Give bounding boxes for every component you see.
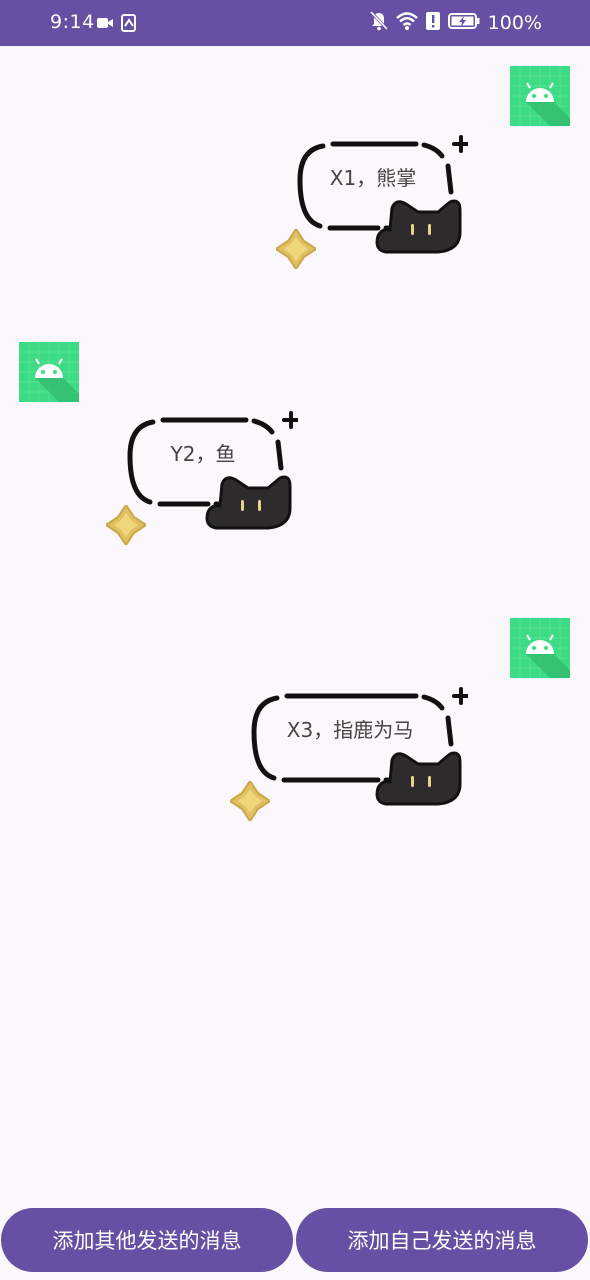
message-text: X1，熊掌 [329, 166, 417, 190]
message-text: Y2，鱼 [170, 442, 236, 466]
alert-icon [425, 12, 440, 34]
add-self-message-button[interactable]: 添加自己发送的消息 [296, 1208, 588, 1272]
battery-percent: 100% [487, 12, 542, 34]
self-avatar[interactable] [509, 617, 571, 679]
self-avatar[interactable] [509, 65, 571, 127]
sparkle-icon [106, 505, 146, 545]
sparkle-icon [276, 229, 316, 269]
status-right: 100% [369, 10, 542, 35]
status-bar: 9:14 100% [0, 0, 590, 46]
screenshot-icon [120, 14, 138, 36]
other-avatar[interactable] [18, 341, 80, 403]
status-left-icons [96, 14, 138, 36]
battery-charging-icon [447, 12, 480, 34]
add-other-message-button[interactable]: 添加其他发送的消息 [1, 1208, 293, 1272]
chat-list[interactable]: X1，熊掌 Y2，鱼 X3，指鹿为马 [0, 46, 590, 1206]
video-camera-icon [96, 14, 114, 36]
sparkle-icon [230, 781, 270, 821]
notifications-off-icon [369, 10, 388, 35]
android-icon [509, 617, 571, 679]
wifi-icon [395, 12, 418, 34]
android-icon [509, 65, 571, 127]
bottom-action-bar: 添加其他发送的消息 添加自己发送的消息 [0, 1206, 590, 1280]
status-time: 9:14 [50, 11, 95, 33]
android-icon [18, 341, 80, 403]
message-text: X3，指鹿为马 [286, 718, 414, 742]
